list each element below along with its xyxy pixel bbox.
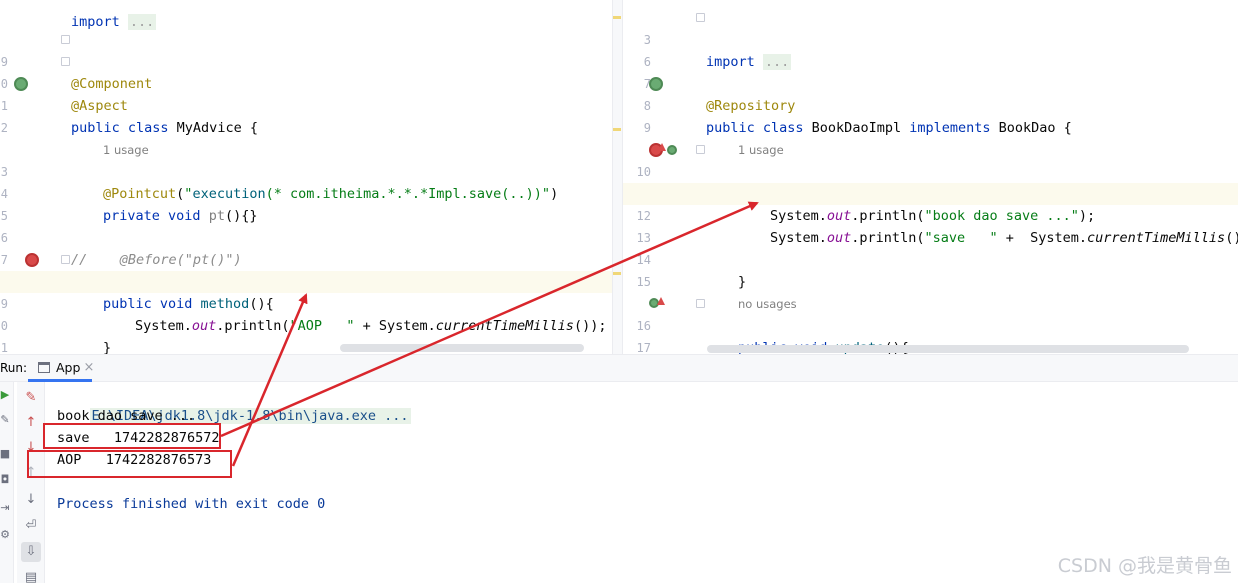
editor-line: 13	[636, 231, 651, 245]
warning-stripe-icon	[613, 272, 621, 275]
spring-bean-icon[interactable]	[649, 77, 663, 91]
editor-line: 9	[643, 121, 651, 135]
editor-line: 3 @Pointcut("execution(* com.itheima.*.*…	[0, 165, 559, 202]
right-editor[interactable]: 3 import ... 6 7 @Repository 8 public cl…	[622, 0, 1238, 354]
console-exit-line: Process finished with exit code 0	[57, 496, 326, 512]
wrench-icon[interactable]: ✎	[0, 412, 12, 428]
warning-stripe-icon	[613, 16, 621, 19]
edit-config-icon[interactable]: ✎	[21, 388, 41, 408]
m-advice-icon[interactable]	[25, 253, 39, 267]
horizontal-scrollbar[interactable]	[340, 344, 584, 352]
rerun-icon[interactable]: ▶	[0, 387, 12, 403]
editor-line: 0 @Aspect	[0, 77, 128, 114]
usage-hint[interactable]: no usages	[623, 271, 1238, 311]
editor-line-current: 9 System.out.println("AOP " + System.cur…	[0, 271, 612, 334]
settings-icon[interactable]: ⚙	[0, 527, 12, 543]
run-toolwindow-header: Run: App ×	[0, 354, 1238, 382]
scroll-to-end-icon[interactable]: ⇩	[21, 542, 41, 562]
editor-line: 5	[0, 209, 8, 223]
usage-hint[interactable]: 1 usage	[0, 117, 612, 157]
editor-line: 11 System.out.println("book dao save ...…	[637, 187, 1096, 224]
fold-marker-icon[interactable]	[61, 57, 70, 66]
up-arrow-icon[interactable]: ↑	[21, 413, 41, 433]
soft-wrap-icon[interactable]: ⏎	[21, 516, 41, 536]
run-label: Run:	[0, 361, 28, 375]
console-line: E:\IDEA\jdk1.8\jdk-1.8\bin\java.exe ...	[57, 383, 411, 424]
highlight-box-aop	[27, 450, 232, 478]
implements-icon[interactable]	[667, 145, 677, 155]
editor-line: 16 public void update(){	[636, 319, 909, 354]
fold-marker-icon[interactable]	[696, 13, 705, 22]
tab-app-label: App	[56, 360, 81, 375]
scroll-down-icon[interactable]: ↓	[21, 490, 41, 510]
warning-stripe-icon	[613, 128, 621, 131]
editor-line: 9 @Component	[0, 55, 153, 92]
exit-icon[interactable]: ⇥	[0, 500, 12, 516]
fold-marker-icon[interactable]	[61, 35, 70, 44]
horizontal-scrollbar[interactable]	[707, 345, 1189, 353]
watermark: CSDN @我是黄骨鱼	[1057, 555, 1232, 577]
fold-marker-icon[interactable]	[61, 255, 70, 264]
close-icon[interactable]: ×	[84, 355, 95, 381]
editor-line: 14 }	[636, 253, 747, 290]
app-window-icon	[38, 362, 50, 373]
fold-marker-icon[interactable]	[696, 299, 705, 308]
editor-splitter[interactable]	[612, 0, 622, 354]
stop-icon[interactable]: ■	[0, 446, 12, 462]
editor-line: import ...	[71, 14, 157, 30]
editor-line: 8 public class BookDaoImpl implements Bo…	[643, 99, 1072, 136]
run-actions-strip: ▶ ✎ ■ ◘ ⇥ ⚙	[0, 382, 14, 583]
print-icon[interactable]: ▤	[21, 568, 41, 583]
usage-hint[interactable]: 1 usage	[623, 117, 1238, 157]
editor-line: 10 public void save() {	[636, 165, 901, 202]
editor-line: 4 private void pt(){}	[0, 187, 258, 224]
editor-line: 7 @Repository	[643, 77, 796, 114]
editor-line: 8 public void method(){	[1, 275, 274, 312]
implements-arrow-icon[interactable]	[657, 297, 665, 305]
editor-line: 1 public class MyAdvice {	[0, 99, 258, 136]
editor-line: 0 }	[0, 319, 112, 354]
camera-icon[interactable]: ◘	[0, 472, 12, 488]
tab-app[interactable]: App ×	[28, 355, 95, 382]
editor-line: 3 import ...	[643, 33, 792, 70]
editor-line: 15	[636, 275, 651, 289]
implements-arrow-icon[interactable]	[658, 143, 666, 151]
spring-bean-icon[interactable]	[14, 77, 28, 91]
editor-line-current: 12 System.out.println("save " + System.c…	[623, 183, 1238, 246]
editor-line: 1 }	[0, 341, 8, 354]
console-toolbar: ✎ ↑ ↓ ↑ ↓ ⏎ ⇩ ▤	[17, 382, 45, 583]
left-editor[interactable]: import ... 9 @Component 0 @Aspect 1 publ…	[0, 0, 612, 354]
editor-line: 6	[643, 55, 651, 69]
editor-line: 17 System.out.println("book dao update .…	[636, 341, 651, 354]
editor-line: 7 @After("pt()")	[0, 253, 217, 290]
fold-marker-icon[interactable]	[696, 145, 705, 154]
editor-line: 6 // @Before("pt()")	[0, 231, 242, 268]
editor-line: 2	[0, 121, 8, 135]
highlight-box-save	[43, 423, 221, 449]
